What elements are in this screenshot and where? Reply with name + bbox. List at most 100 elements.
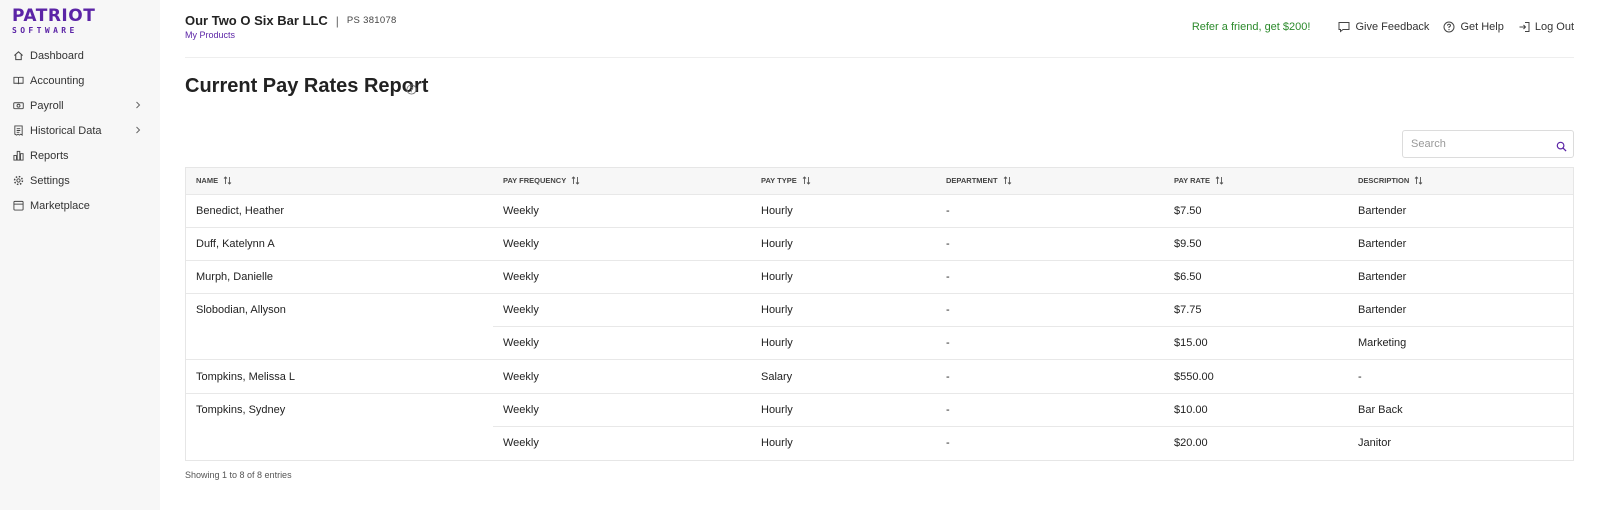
sidebar-nav: Dashboard Accounting Payroll Historical … (0, 43, 160, 218)
chevron-right-icon (134, 100, 142, 110)
cell-pay-type: Hourly (751, 226, 936, 261)
cell-pay-frequency: Weekly (493, 226, 751, 261)
cell-pay-rate: $6.50 (1164, 259, 1348, 294)
ps-id: PS 381078 (346, 15, 397, 26)
column-header-pay-rate[interactable]: Pay Rate (1164, 168, 1348, 194)
cell-pay-type: Hourly (751, 425, 936, 460)
cell-pay-rate: $7.75 (1164, 293, 1348, 327)
cell-pay-rate: $7.50 (1164, 193, 1348, 228)
give-feedback-button[interactable]: Give Feedback (1338, 21, 1429, 33)
sort-icon[interactable] (1414, 176, 1423, 185)
cell-pay-rate: $550.00 (1164, 359, 1348, 394)
search-input[interactable] (1403, 131, 1543, 157)
pay-rates-table: Name Pay Frequency Pay Type Department P… (185, 167, 1574, 461)
get-help-button[interactable]: Get Help (1443, 21, 1504, 33)
sidebar-item-dashboard[interactable]: Dashboard (0, 43, 160, 68)
help-icon[interactable] (406, 82, 417, 95)
header-divider-line (185, 57, 1574, 58)
table-row: Benedict, Heather Weekly Hourly - $7.50 … (186, 193, 1573, 228)
sort-icon[interactable] (223, 176, 232, 185)
sidebar-item-historical-data[interactable]: Historical Data (0, 118, 160, 143)
cell-department: - (936, 259, 1164, 294)
cell-description: Bartender (1348, 226, 1573, 261)
chevron-right-icon (134, 125, 142, 135)
sidebar-item-label: Dashboard (30, 49, 84, 62)
cell-name: Tompkins, Melissa L (186, 359, 493, 394)
column-header-label: Pay Frequency (503, 176, 567, 186)
cell-department: - (936, 293, 1164, 327)
cell-pay-rate: $10.00 (1164, 392, 1348, 427)
cell-pay-type: Hourly (751, 326, 936, 360)
column-header-pay-type[interactable]: Pay Type (751, 168, 936, 194)
cell-name: Duff, Katelynn A (186, 226, 493, 261)
get-help-label: Get Help (1460, 21, 1504, 33)
column-header-description[interactable]: Description (1348, 168, 1573, 194)
cell-pay-frequency: Weekly (493, 259, 751, 294)
table-header-row: Name Pay Frequency Pay Type Department P… (186, 168, 1573, 194)
sidebar-item-payroll[interactable]: Payroll (0, 93, 160, 118)
sidebar-item-reports[interactable]: Reports (0, 143, 160, 168)
cell-description: Bartender (1348, 193, 1573, 228)
my-products-link[interactable]: My Products (185, 30, 235, 40)
sort-icon[interactable] (1215, 176, 1224, 185)
sort-icon[interactable] (1003, 176, 1012, 185)
cell-pay-frequency: Weekly (493, 293, 751, 327)
table-row: Tompkins, Melissa L Weekly Salary - $550… (186, 359, 1573, 394)
cell-department: - (936, 425, 1164, 460)
sidebar-item-marketplace[interactable]: Marketplace (0, 193, 160, 218)
cell-description: Bartender (1348, 293, 1573, 327)
home-icon (13, 50, 24, 61)
cell-pay-frequency: Weekly (493, 392, 751, 427)
column-header-department[interactable]: Department (936, 168, 1164, 194)
cell-pay-type: Hourly (751, 193, 936, 228)
sidebar-item-label: Payroll (30, 99, 64, 112)
receipt-icon (13, 125, 24, 136)
cell-pay-rate: $20.00 (1164, 425, 1348, 460)
sidebar-item-accounting[interactable]: Accounting (0, 68, 160, 93)
sidebar-item-settings[interactable]: Settings (0, 168, 160, 193)
refer-friend-link[interactable]: Refer a friend, get $200! (1192, 21, 1311, 33)
book-icon (13, 75, 24, 86)
sidebar: PATRIOT SOFTWARE Dashboard Accounting Pa… (0, 0, 160, 510)
cell-pay-frequency: Weekly (493, 193, 751, 228)
cell-pay-rate: $9.50 (1164, 226, 1348, 261)
header-actions: Refer a friend, get $200! Give Feedback … (1192, 21, 1574, 33)
cell-name: Slobodian, Allyson (186, 293, 493, 327)
cell-pay-type: Hourly (751, 392, 936, 427)
table-row: Weekly Hourly - $15.00 Marketing (186, 326, 1573, 360)
search-box (1402, 130, 1574, 158)
bar-chart-icon (13, 150, 24, 161)
sidebar-item-label: Historical Data (30, 124, 102, 137)
cell-name (186, 327, 493, 360)
column-header-label: Pay Rate (1174, 176, 1210, 186)
sort-icon[interactable] (802, 176, 811, 185)
patriot-software-logo[interactable]: PATRIOT SOFTWARE (12, 8, 95, 36)
cell-description: Bartender (1348, 259, 1573, 294)
table-row: Tompkins, Sydney Weekly Hourly - $10.00 … (186, 392, 1573, 427)
logout-icon (1519, 22, 1530, 32)
cell-pay-frequency: Weekly (493, 326, 751, 360)
help-circle-icon (1443, 21, 1455, 33)
column-header-pay-frequency[interactable]: Pay Frequency (493, 168, 751, 194)
cell-department: - (936, 392, 1164, 427)
header-divider: | (335, 13, 339, 28)
column-header-label: Description (1358, 176, 1410, 186)
cell-pay-type: Salary (751, 359, 936, 394)
cell-name: Murph, Danielle (186, 259, 493, 294)
sidebar-item-label: Reports (30, 149, 69, 162)
column-header-name[interactable]: Name (186, 168, 493, 194)
sidebar-item-label: Accounting (30, 74, 85, 87)
cell-pay-frequency: Weekly (493, 359, 751, 394)
money-icon (13, 100, 24, 111)
cell-description: Marketing (1348, 326, 1573, 360)
cell-department: - (936, 326, 1164, 360)
gear-icon (13, 175, 24, 186)
cell-pay-type: Hourly (751, 293, 936, 327)
company-header: Our Two O Six Bar LLC | PS 381078 (185, 13, 397, 28)
log-out-button[interactable]: Log Out (1518, 21, 1574, 33)
sort-icon[interactable] (571, 176, 580, 185)
table-row: Slobodian, Allyson Weekly Hourly - $7.75… (186, 293, 1573, 327)
cell-description: Janitor (1348, 425, 1573, 460)
search-icon[interactable] (1556, 139, 1567, 152)
cell-name: Benedict, Heather (186, 193, 493, 228)
